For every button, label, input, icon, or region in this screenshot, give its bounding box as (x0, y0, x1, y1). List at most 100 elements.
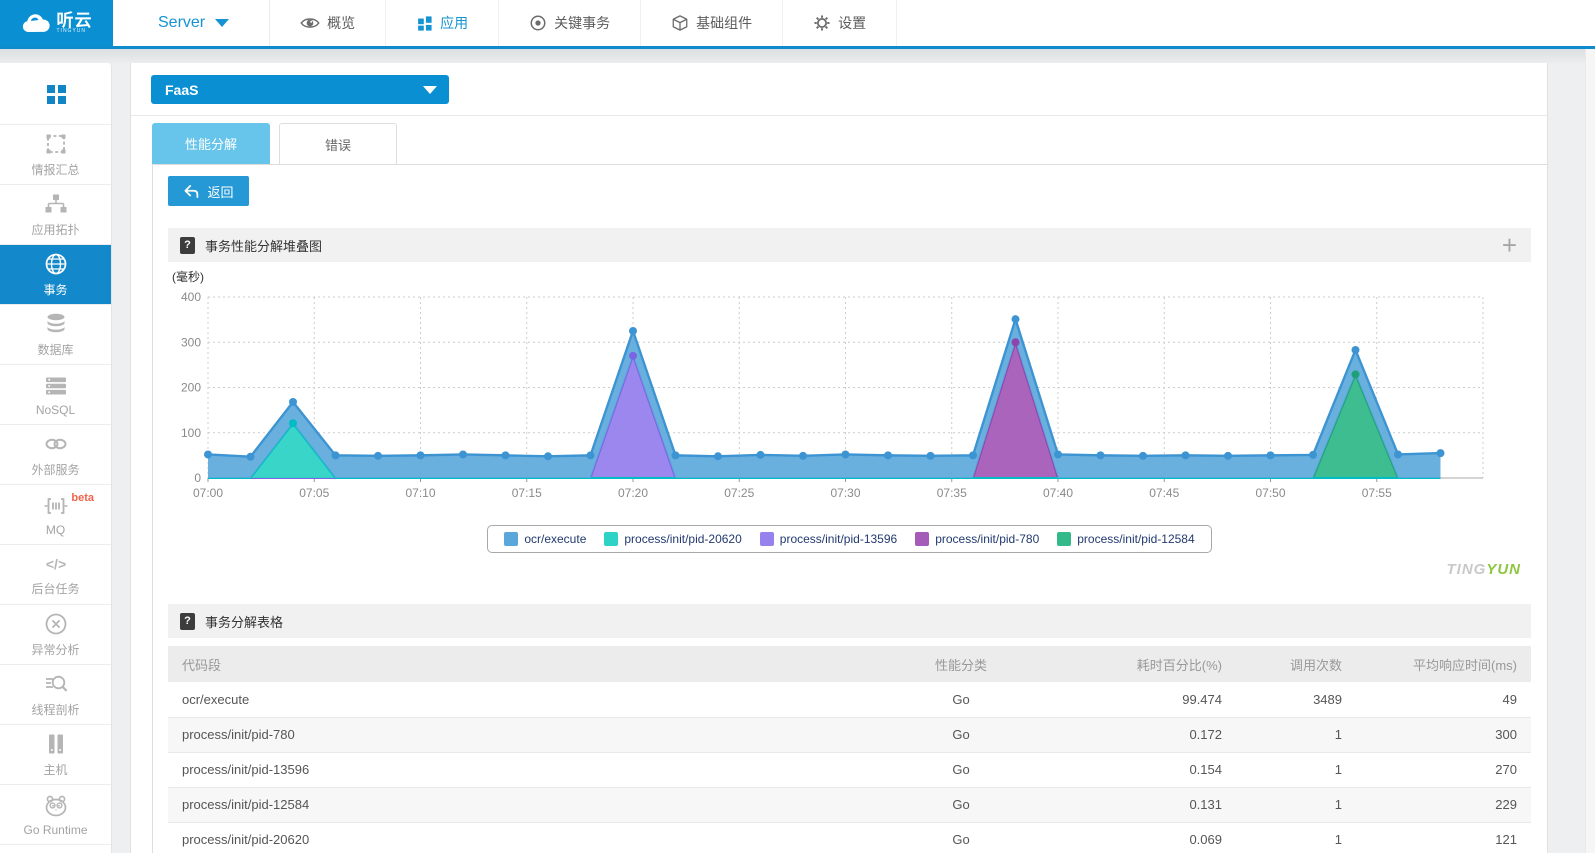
sidebar-item-后台任务[interactable]: </>后台任务 (0, 545, 111, 605)
legend-label: process/init/pid-13596 (780, 532, 897, 546)
sidebar-item-应用拓扑[interactable]: 应用拓扑 (0, 185, 111, 245)
app-switcher-button[interactable] (0, 63, 111, 125)
sidebar-item-label: 情报汇总 (31, 161, 79, 178)
sidebar-item-label: 外部服务 (31, 461, 79, 478)
scrollbar-track[interactable] (1585, 49, 1595, 853)
svg-text:07:45: 07:45 (1149, 486, 1179, 500)
tingyun-watermark: TINGYUN (168, 561, 1531, 578)
nav-item-关键事务[interactable]: 关键事务 (499, 0, 641, 46)
nav-item-label: 设置 (838, 13, 866, 33)
svg-text:07:15: 07:15 (512, 486, 542, 500)
legend-item-process/init/pid-20620[interactable]: process/init/pid-20620 (604, 532, 741, 546)
sidebar-item-label: MQ (46, 523, 65, 537)
legend-item-process/init/pid-780[interactable]: process/init/pid-780 (915, 532, 1039, 546)
value-cell: Go (866, 682, 1056, 717)
value-cell: Go (866, 752, 1056, 787)
sidebar-item-label: 事务 (43, 281, 67, 298)
chart-canvas: 07:0007:0507:1007:1507:2007:2507:3007:35… (168, 268, 1546, 518)
help-icon[interactable]: ? (180, 237, 195, 254)
table-row: process/init/pid-12584Go0.1311229 (168, 787, 1531, 822)
sidebar-item-异常分析[interactable]: 异常分析 (0, 605, 111, 665)
go-runtime-icon (42, 793, 70, 819)
topology-icon (43, 191, 69, 217)
sidebar-item-label: 主机 (43, 761, 67, 778)
svg-text:07:35: 07:35 (937, 486, 967, 500)
svg-text:07:55: 07:55 (1362, 486, 1392, 500)
svg-text:07:50: 07:50 (1255, 486, 1285, 500)
svg-text:</>: </> (45, 556, 65, 572)
svg-text:07:10: 07:10 (405, 486, 435, 500)
value-cell: 99.474 (1056, 682, 1236, 717)
nav-item-label: 概览 (327, 13, 355, 33)
legend-label: ocr/execute (524, 532, 586, 546)
code-segment-cell: process/init/pid-780 (168, 717, 866, 752)
nosql-icon (43, 373, 69, 399)
column-header: 性能分类 (866, 646, 1056, 682)
legend-label: process/init/pid-20620 (624, 532, 741, 546)
legend-swatch (504, 532, 518, 546)
chevron-down-icon (215, 19, 229, 27)
mq-icon (43, 493, 69, 519)
transaction-globe-icon (43, 251, 69, 277)
nav-item-应用[interactable]: 应用 (386, 0, 499, 46)
table-row: process/init/pid-20620Go0.0691121 (168, 822, 1531, 853)
app-selector-dropdown[interactable]: FaaS (151, 75, 449, 104)
sidebar-item-情报汇总[interactable]: 情报汇总 (0, 125, 111, 185)
sidebar-item-NoSQL[interactable]: NoSQL (0, 365, 111, 425)
background-task-icon: </> (42, 552, 70, 576)
code-segment-cell: process/init/pid-20620 (168, 822, 866, 853)
tingyun-logo[interactable]: 听云 TINGYUN (0, 0, 113, 46)
expand-icon[interactable]: + (1502, 229, 1517, 261)
exception-icon (43, 611, 69, 637)
sidebar-item-主机[interactable]: 主机 (0, 725, 111, 785)
nav-item-label: 关键事务 (554, 13, 610, 33)
help-icon[interactable]: ? (180, 613, 195, 630)
back-button[interactable]: 返回 (168, 176, 249, 206)
sidebar-item-label: 异常分析 (31, 641, 79, 658)
svg-text:200: 200 (181, 381, 201, 395)
chart-section-title: 事务性能分解堆叠图 (205, 236, 322, 255)
apps-icon (416, 15, 433, 32)
legend-item-process/init/pid-12584[interactable]: process/init/pid-12584 (1057, 532, 1194, 546)
value-cell: Go (866, 822, 1056, 853)
back-arrow-icon (183, 184, 199, 199)
nav-item-基础组件[interactable]: 基础组件 (641, 0, 783, 46)
legend-swatch (915, 532, 929, 546)
sidebar-item-数据库[interactable]: 数据库 (0, 305, 111, 365)
sidebar-item-label: 应用拓扑 (31, 221, 79, 238)
beta-badge: beta (71, 492, 94, 504)
sidebar-item-事务[interactable]: 事务 (0, 245, 111, 305)
legend-swatch (1057, 532, 1071, 546)
sidebar-item-线程剖析[interactable]: 线程剖析 (0, 665, 111, 725)
svg-text:07:40: 07:40 (1043, 486, 1073, 500)
nav-item-概览[interactable]: 概览 (270, 0, 386, 46)
sidebar-item-label: 线程剖析 (31, 701, 79, 718)
product-dropdown[interactable]: Server (113, 0, 270, 46)
y-axis-unit-label: (毫秒) (172, 268, 204, 285)
table-row: ocr/executeGo99.474348949 (168, 682, 1531, 717)
value-cell: 0.172 (1056, 717, 1236, 752)
tab-bar: 性能分解错误 (152, 123, 1547, 164)
tab-性能分解[interactable]: 性能分解 (152, 123, 270, 164)
legend-item-process/init/pid-13596[interactable]: process/init/pid-13596 (760, 532, 897, 546)
column-header: 调用次数 (1236, 646, 1356, 682)
value-cell: 3489 (1236, 682, 1356, 717)
svg-text:07:00: 07:00 (193, 486, 223, 500)
nav-item-设置[interactable]: 设置 (783, 0, 897, 46)
top-navbar: 听云 TINGYUN Server 概览 应用 关键事务 基础组件 设置 (0, 0, 1595, 49)
table-row: process/init/pid-780Go0.1721300 (168, 717, 1531, 752)
sidebar-item-MQ[interactable]: MQ beta (0, 485, 111, 545)
legend-swatch (604, 532, 618, 546)
app-selector-value: FaaS (165, 82, 198, 98)
eye-icon (300, 15, 320, 31)
legend-swatch (760, 532, 774, 546)
sidebar-item-Go Runtime[interactable]: Go Runtime (0, 785, 111, 845)
main-nav: 概览 应用 关键事务 基础组件 设置 (270, 0, 897, 46)
legend-item-ocr/execute[interactable]: ocr/execute (504, 532, 586, 546)
value-cell: 121 (1356, 822, 1531, 853)
tab-错误[interactable]: 错误 (279, 123, 397, 164)
product-label: Server (158, 14, 205, 32)
stacked-area-chart[interactable]: (毫秒) 07:0007:0507:1007:1507:2007:2507:30… (168, 268, 1531, 523)
value-cell: 270 (1356, 752, 1531, 787)
sidebar-item-外部服务[interactable]: 外部服务 (0, 425, 111, 485)
